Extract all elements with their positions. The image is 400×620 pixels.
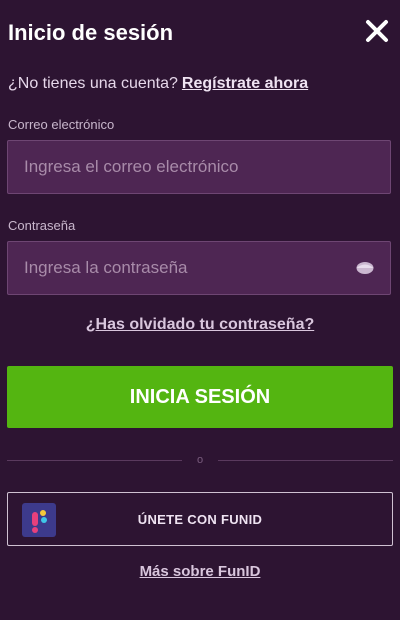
password-field[interactable] [8, 242, 390, 294]
password-label: Contraseña [8, 218, 76, 233]
close-button[interactable] [364, 18, 390, 44]
funid-join-button[interactable]: ÚNETE CON FUNID [7, 492, 393, 546]
funid-button-label: ÚNETE CON FUNID [137, 512, 263, 527]
forgot-password-link[interactable]: ¿Has olvidado tu contraseña? [0, 316, 400, 334]
email-field[interactable] [8, 141, 390, 193]
email-field-container [7, 140, 391, 194]
signup-link[interactable]: Regístrate ahora [182, 75, 308, 92]
divider-line-right [218, 460, 393, 461]
eye-icon[interactable] [356, 261, 374, 275]
more-about-funid-link[interactable]: Más sobre FunID [0, 563, 400, 580]
close-icon [366, 20, 388, 42]
signup-prompt: ¿No tienes una cuenta? Regístrate ahora [8, 75, 308, 93]
page-title: Inicio de sesión [8, 20, 174, 45]
login-button[interactable]: INICIA SESIÓN [7, 366, 393, 428]
email-label: Correo electrónico [8, 117, 115, 132]
signup-prompt-text: ¿No tienes una cuenta? [8, 75, 178, 92]
password-field-container [7, 241, 391, 295]
